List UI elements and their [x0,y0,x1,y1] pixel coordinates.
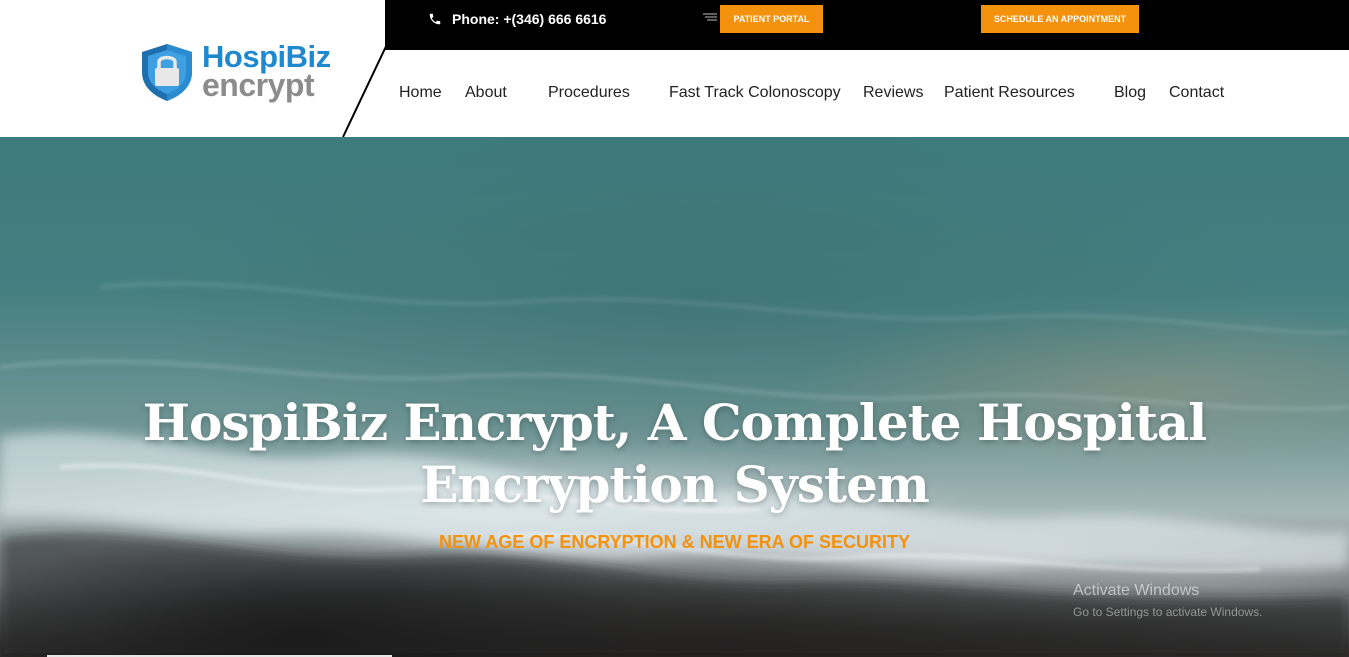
phone-icon [429,13,441,25]
activate-windows-subtext: Go to Settings to activate Windows. [1073,605,1263,619]
logo[interactable]: HospiBiz encrypt [140,40,350,104]
nav-home[interactable]: Home [399,84,442,102]
nav-patient-resources[interactable]: Patient Resources [944,84,1075,102]
phone-text: Phone: +(346) 666 6616 [452,11,607,27]
hero-title: HospiBiz Encrypt, A Complete Hospital En… [142,393,1207,514]
nav-reviews[interactable]: Reviews [863,84,923,102]
nav-about[interactable]: About [465,84,507,102]
nav-contact[interactable]: Contact [1169,84,1224,102]
menu-lines-icon[interactable] [703,13,717,23]
logo-text-secondary: encrypt [202,67,315,103]
shield-lock-icon [142,44,192,101]
header-divider [342,0,420,137]
hero-banner: HospiBiz Encrypt, A Complete Hospital En… [0,137,1349,657]
site-header: HospiBiz encrypt Phone: +(346) 666 6616 … [0,0,1349,137]
nav-procedures[interactable]: Procedures [548,84,630,102]
patient-portal-button[interactable]: PATIENT PORTAL [720,5,823,33]
hero-subtitle: NEW AGE OF ENCRYPTION & NEW ERA OF SECUR… [438,532,910,552]
activate-windows-heading: Activate Windows [1073,582,1200,599]
nav-fast-track-colonoscopy[interactable]: Fast Track Colonoscopy [669,84,841,102]
nav-blog[interactable]: Blog [1114,84,1146,102]
schedule-appointment-button[interactable]: SCHEDULE AN APPOINTMENT [981,5,1139,33]
phone-contact[interactable]: Phone: +(346) 666 6616 [428,9,606,29]
